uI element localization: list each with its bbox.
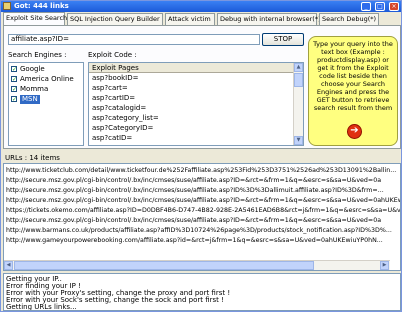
engine-item-msn[interactable]: ✓ MSN — [10, 95, 82, 104]
search-engines-list: ✓ Google ✓ America Online ✓ Momma ✓ MSN — [8, 62, 84, 146]
help-note: Type your query into the text box (Examp… — [308, 36, 398, 146]
tab-strip: Exploit Site Search SQL Injection Query … — [3, 12, 401, 25]
url-item[interactable]: http://secure.msz.gov.pl/cgi-bin/control… — [6, 186, 384, 195]
url-item[interactable]: http://secure.msz.gov.pl/cgi-bin/control… — [6, 176, 381, 185]
url-item[interactable]: http://www.gameyourpowerebooking.com/aff… — [6, 236, 383, 245]
url-item[interactable]: http://secure.msz.gov.pl/cgi-bin/control… — [6, 196, 400, 205]
tab-attack-victim[interactable]: Attack victim — [165, 13, 215, 25]
exploit-pages-header: Exploit Pages — [89, 63, 293, 73]
help-text: Type your query into the text box (Examp… — [313, 40, 393, 112]
url-item[interactable]: http://www.ticketclub.com/detail/www.tic… — [6, 166, 396, 175]
scroll-thumb[interactable] — [14, 261, 314, 270]
url-item[interactable]: https://tickets.okemo.com/affiliate.asp?… — [6, 206, 400, 215]
app-icon — [3, 2, 11, 10]
exploit-item[interactable]: asp?cart= — [92, 84, 128, 93]
exploit-search-panel: affiliate.asp?ID= STOP Search Engines : … — [3, 25, 401, 149]
exploit-list-scrollbar[interactable]: ▲ ▼ — [293, 63, 303, 145]
exploit-item[interactable]: asp?catalogid= — [92, 104, 146, 113]
exploit-item[interactable]: asp?category_list= — [92, 114, 159, 123]
tab-sql-injection-query-builder[interactable]: SQL Injection Query Builder — [67, 13, 163, 25]
scroll-up-icon[interactable]: ▲ — [294, 63, 303, 72]
urls-list: http://www.ticketclub.com/detail/www.tic… — [3, 163, 401, 271]
scroll-left-icon[interactable]: ◀ — [4, 261, 13, 270]
exploit-item[interactable]: asp?bookID= — [92, 74, 138, 83]
checkbox[interactable]: ✓ — [11, 96, 17, 103]
url-item[interactable]: http://www.barmans.co.uk/products/affili… — [6, 226, 392, 235]
url-item[interactable]: http://secure.msz.gov.pl/cgi-bin/control… — [6, 216, 381, 225]
tab-exploit-site-search[interactable]: Exploit Site Search — [3, 12, 67, 25]
engine-item-google[interactable]: ✓ Google — [10, 65, 82, 74]
exploit-item[interactable]: asp?catID= — [92, 134, 132, 143]
exploit-item[interactable]: asp?cartID= — [92, 94, 135, 103]
app-window: Got: 444 links _ □ × Exploit Site Search… — [0, 0, 402, 312]
engine-item-america-online[interactable]: ✓ America Online — [10, 75, 82, 84]
scroll-thumb[interactable] — [294, 73, 303, 87]
tab-debug-internal-browser[interactable]: Debug with internal browser(*) — [217, 13, 321, 25]
checkbox[interactable]: ✓ — [11, 76, 17, 83]
urls-horizontal-scrollbar[interactable]: ◀ ▶ — [4, 260, 390, 270]
scroll-down-icon[interactable]: ▼ — [294, 136, 303, 145]
checkbox[interactable]: ✓ — [11, 86, 17, 93]
close-button[interactable]: × — [389, 2, 399, 11]
title-bar: Got: 444 links _ □ × — [1, 1, 401, 12]
query-input[interactable]: affiliate.asp?ID= — [8, 34, 260, 45]
urls-count-label: URLs : 14 items — [5, 154, 60, 162]
status-log: Getting your IP.. Error finding your IP … — [3, 273, 401, 311]
get-button[interactable]: ➔ — [347, 124, 362, 139]
tab-search-debug[interactable]: Search Debug(*) — [319, 13, 379, 25]
maximize-button[interactable]: □ — [375, 2, 385, 11]
engine-item-momma[interactable]: ✓ Momma — [10, 85, 82, 94]
scroll-right-icon[interactable]: ▶ — [380, 261, 389, 270]
search-engines-label: Search Engines : — [8, 51, 67, 59]
minimize-button[interactable]: _ — [361, 2, 371, 11]
window-title: Got: 444 links — [14, 2, 69, 10]
exploit-item[interactable]: asp?CategoryID= — [92, 124, 153, 133]
exploit-code-label: Exploit Code : — [88, 51, 137, 59]
log-line: Getting URLs links... — [6, 303, 77, 311]
stop-button[interactable]: STOP — [262, 33, 304, 46]
checkbox[interactable]: ✓ — [11, 66, 17, 73]
exploit-pages-list: Exploit Pages asp?bookID= asp?cart= asp?… — [88, 62, 304, 146]
